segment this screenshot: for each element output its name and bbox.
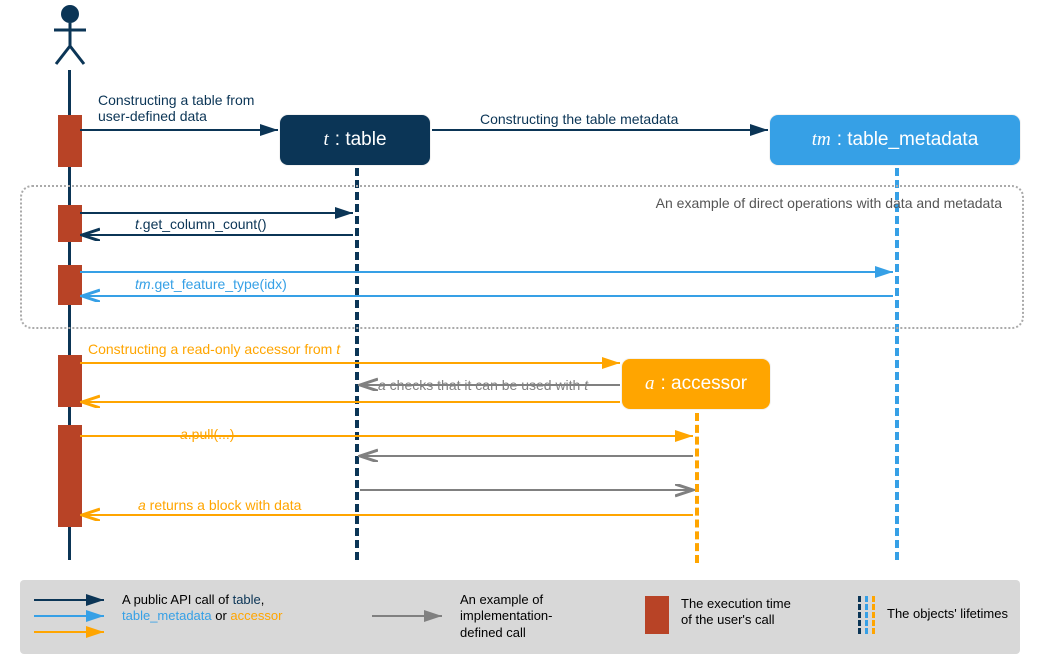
legend-exec-l2: of the user's call (681, 612, 775, 627)
label-check-a: a (378, 377, 386, 393)
legend-impl-l2: implementation- (460, 608, 553, 623)
object-acc-type: accessor (671, 373, 747, 395)
legend-impl-l1: An example of (460, 592, 543, 607)
region-title: An example of direct operations with dat… (656, 195, 1002, 211)
label-construct-table-l2: user-defined data (98, 108, 207, 124)
object-accessor: a : accessor (622, 359, 770, 409)
actor-icon (52, 4, 88, 66)
object-table-var: t (323, 129, 328, 151)
label-returns: returns a block with data (146, 497, 302, 513)
object-tm-var: tm (812, 129, 831, 151)
legend-api-sep: , (261, 592, 265, 607)
label-construct-tm: Constructing the table metadata (480, 111, 678, 127)
legend-api-tm: table_metadata (122, 608, 212, 623)
legend-api-acc: accessor (230, 608, 282, 623)
lifeline-accessor (695, 413, 699, 563)
object-table-type: table (345, 129, 386, 151)
label-check-t: t (584, 377, 588, 393)
label-returns-var: a (138, 497, 146, 513)
activation-construct (58, 115, 82, 167)
legend-api-or: or (212, 608, 231, 623)
legend-lifetime: The objects' lifetimes (858, 596, 1008, 634)
label-pull-var: a (180, 426, 188, 442)
legend-life: The objects' lifetimes (887, 606, 1008, 621)
legend-api-table: table (233, 592, 261, 607)
label-construct-acc: Constructing a read-only accessor from (88, 341, 336, 357)
object-table: t : table (280, 115, 430, 165)
legend-exec-l1: The execution time (681, 596, 791, 611)
label-getcol: .get_column_count() (139, 216, 267, 232)
diagram-stage: An example of direct operations with dat… (0, 0, 1043, 670)
object-tm-type: table_metadata (847, 129, 978, 151)
activation-pull (58, 425, 82, 527)
legend: A public API call of table, table_metada… (20, 580, 1020, 654)
legend-api: A public API call of table, table_metada… (32, 592, 282, 640)
legend-impl: An example of implementation- defined ca… (370, 592, 553, 641)
direct-ops-region: An example of direct operations with dat… (20, 185, 1024, 329)
object-acc-var: a (645, 373, 655, 395)
label-check: checks that it can be used with (386, 377, 584, 393)
legend-rust-block (645, 596, 669, 634)
label-getfeat-var: tm (135, 276, 151, 292)
label-construct-table-l1: Constructing a table from (98, 92, 254, 108)
label-pull: .pull(...) (188, 426, 235, 442)
legend-exec: The execution time of the user's call (645, 596, 791, 634)
label-getfeat: .get_feature_type(idx) (151, 276, 287, 292)
activation-construct-accessor (58, 355, 82, 407)
legend-dashed-trio (858, 596, 875, 634)
object-table-metadata: tm : table_metadata (770, 115, 1020, 165)
legend-impl-l3: defined call (460, 625, 526, 640)
label-construct-acc-t: t (336, 341, 340, 357)
legend-api-l1: A public API call of (122, 592, 233, 607)
